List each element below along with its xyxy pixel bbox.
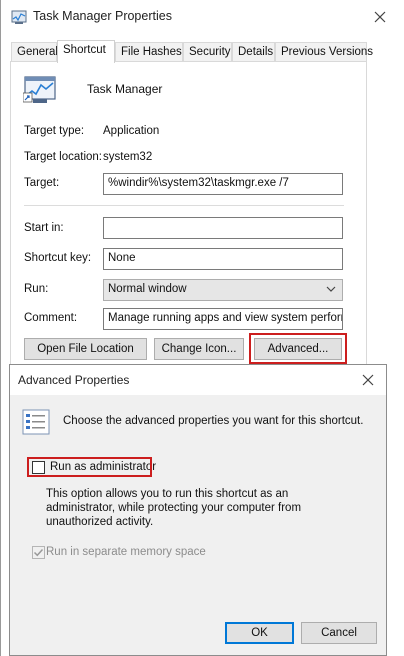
advanced-dialog-title: Advanced Properties: [18, 373, 130, 387]
close-icon: [362, 374, 374, 386]
change-icon-button[interactable]: Change Icon...: [154, 338, 244, 360]
checkmark-icon: [33, 548, 44, 557]
title-bar: Task Manager Properties: [1, 0, 404, 34]
separator: [24, 205, 344, 206]
advanced-title-bar: Advanced Properties: [10, 365, 386, 395]
run-as-admin-help-text: This option allows you to run this short…: [46, 488, 302, 528]
run-select-value: Normal window: [108, 283, 187, 295]
tab-previous-versions[interactable]: Previous Versions: [275, 42, 373, 62]
advanced-close-button[interactable]: [356, 369, 380, 391]
target-location-value: system32: [103, 151, 153, 163]
chevron-down-icon: [326, 286, 336, 292]
tab-file-hashes[interactable]: File Hashes: [115, 42, 183, 62]
window-title: Task Manager Properties: [33, 9, 172, 23]
tab-details[interactable]: Details: [232, 42, 275, 62]
advanced-properties-dialog: Advanced Properties Choose the advanced …: [9, 364, 387, 656]
ok-button[interactable]: OK: [225, 622, 294, 644]
comment-input[interactable]: Manage running apps and view system perf…: [103, 308, 343, 330]
tab-security[interactable]: Security: [183, 42, 232, 62]
separate-memory-checkbox[interactable]: [32, 546, 45, 559]
run-select[interactable]: Normal window: [103, 279, 343, 301]
close-button[interactable]: [368, 6, 392, 28]
target-type-label: Target type:: [24, 125, 85, 137]
start-in-input[interactable]: [103, 217, 343, 239]
shortcut-name: Task Manager: [87, 82, 163, 96]
target-type-value: Application: [103, 125, 160, 137]
run-label: Run:: [24, 283, 49, 295]
run-as-admin-highlight: [27, 457, 152, 477]
advanced-button-highlight: [249, 333, 347, 364]
start-in-label: Start in:: [24, 222, 64, 234]
open-file-location-button[interactable]: Open File Location: [24, 338, 147, 360]
task-manager-icon: [11, 10, 27, 24]
shortcut-key-input[interactable]: None: [103, 248, 343, 270]
target-input[interactable]: %windir%\system32\taskmgr.exe /7: [103, 173, 343, 195]
target-location-label: Target location:: [24, 151, 102, 163]
tab-general[interactable]: General: [11, 42, 58, 62]
shortcut-key-label: Shortcut key:: [24, 252, 92, 264]
separate-memory-label: Run in separate memory space: [46, 546, 206, 558]
task-manager-icon: [23, 76, 56, 103]
cancel-button[interactable]: Cancel: [301, 622, 377, 644]
tab-shortcut[interactable]: Shortcut: [57, 40, 115, 63]
properties-list-icon: [22, 409, 50, 435]
target-label: Target:: [24, 177, 60, 189]
advanced-description: Choose the advanced properties you want …: [63, 415, 364, 427]
comment-label: Comment:: [24, 312, 78, 324]
close-icon: [374, 11, 386, 23]
